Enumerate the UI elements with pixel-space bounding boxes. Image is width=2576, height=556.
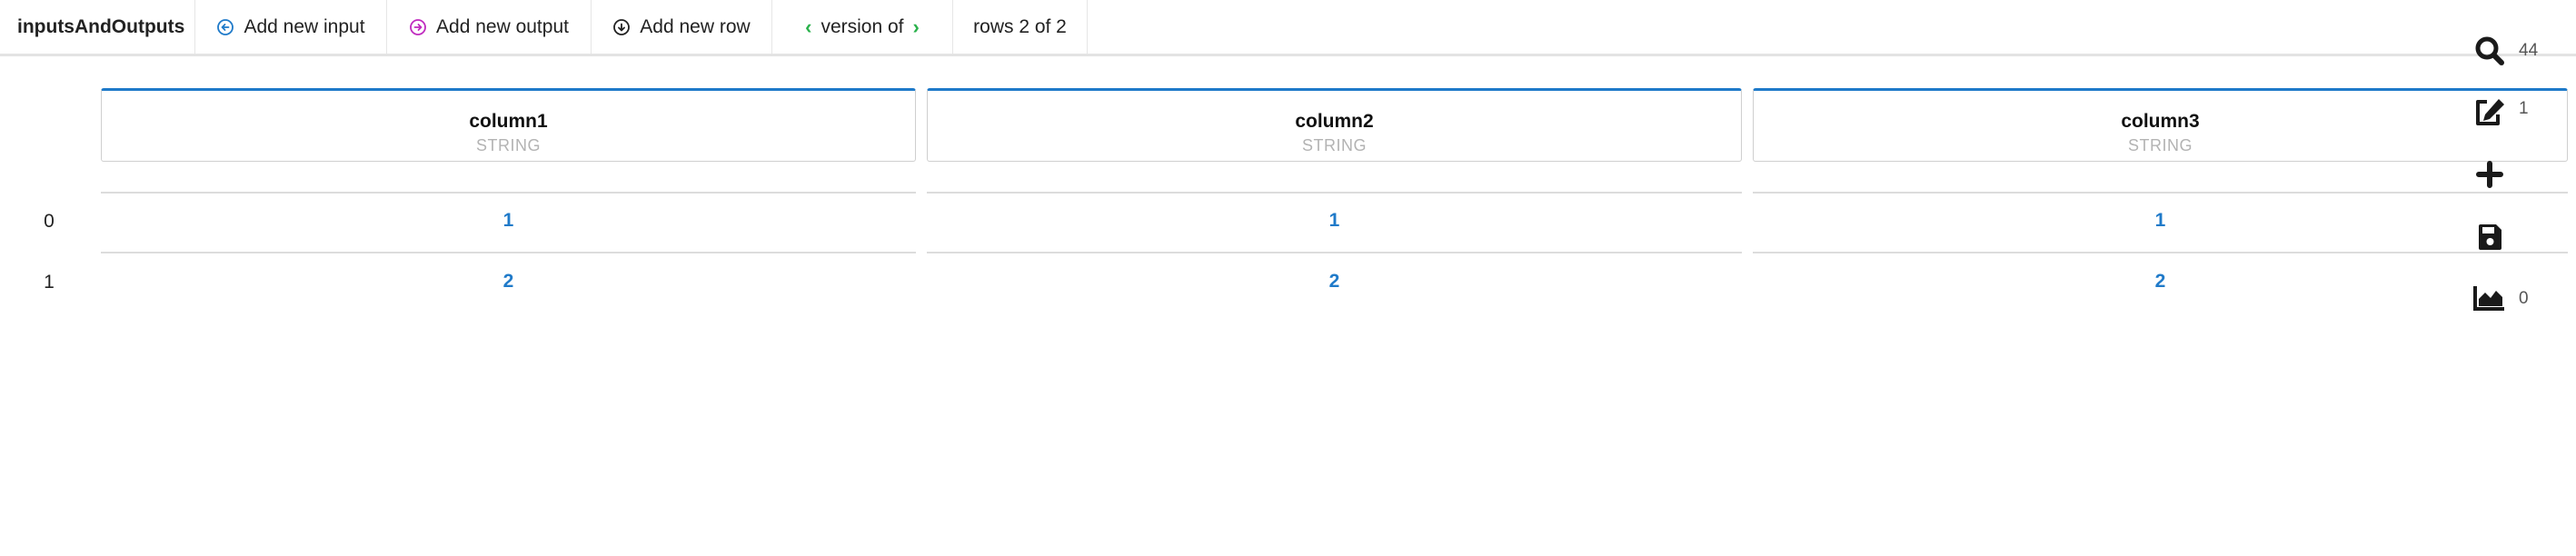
version-next-icon[interactable]: › — [913, 15, 920, 39]
search-button[interactable] — [2470, 33, 2510, 69]
column-name: column2 — [1295, 111, 1374, 132]
arrow-right-circle-icon — [410, 18, 426, 35]
plus-icon — [2476, 161, 2503, 188]
table-cell[interactable]: 1 — [927, 210, 1742, 232]
add-new-input-label: Add new input — [244, 15, 365, 37]
search-icon — [2475, 36, 2504, 65]
column-type: STRING — [1301, 136, 1367, 154]
chart-button[interactable] — [2470, 280, 2510, 316]
toolbar: inputsAndOutputs Add new input Add new o… — [0, 0, 2576, 56]
edit-button[interactable] — [2470, 94, 2510, 131]
arrow-left-circle-icon — [217, 18, 234, 35]
row-divider — [927, 252, 1742, 253]
row-index: 0 — [44, 211, 55, 232]
column-type: STRING — [475, 136, 541, 154]
version-prev-icon[interactable]: ‹ — [805, 15, 811, 39]
add-button[interactable] — [2470, 156, 2510, 193]
add-new-row-button[interactable]: Add new row — [592, 0, 772, 54]
area-chart-icon — [2473, 286, 2504, 311]
save-icon — [2479, 224, 2501, 250]
column-name: column3 — [2121, 111, 2200, 132]
rows-count: rows 2 of 2 — [953, 0, 1088, 54]
table-cell[interactable]: 2 — [1753, 271, 2568, 293]
table-cell[interactable]: 2 — [927, 271, 1742, 293]
arrow-down-circle-icon — [613, 18, 631, 35]
table-cell[interactable]: 2 — [101, 271, 916, 293]
version-navigator: ‹ version of › — [772, 0, 953, 54]
row-divider — [101, 192, 916, 194]
row-divider — [1753, 192, 2568, 194]
table-title: inputsAndOutputs — [0, 0, 195, 54]
row-divider — [927, 192, 1742, 194]
search-count: 44 — [2519, 41, 2539, 60]
chart-count: 0 — [2519, 289, 2529, 308]
add-new-output-label: Add new output — [436, 15, 569, 37]
column-header[interactable]: column1 STRING — [101, 88, 916, 162]
table-cell[interactable]: 1 — [101, 210, 916, 232]
column-name: column1 — [469, 111, 548, 132]
column-header[interactable]: column2 STRING — [927, 88, 1742, 162]
add-new-output-button[interactable]: Add new output — [387, 0, 592, 54]
column-type: STRING — [2127, 136, 2193, 154]
row-divider — [101, 252, 916, 253]
column-header[interactable]: column3 STRING — [1753, 88, 2568, 162]
row-divider — [1753, 252, 2568, 253]
version-label: version of — [821, 15, 904, 37]
save-button[interactable] — [2470, 219, 2510, 255]
row-index: 1 — [44, 272, 55, 293]
table-cell[interactable]: 1 — [1753, 210, 2568, 232]
add-new-row-label: Add new row — [640, 15, 751, 37]
add-new-input-button[interactable]: Add new input — [195, 0, 387, 54]
edit-icon — [2476, 99, 2504, 125]
edit-count: 1 — [2519, 99, 2529, 118]
